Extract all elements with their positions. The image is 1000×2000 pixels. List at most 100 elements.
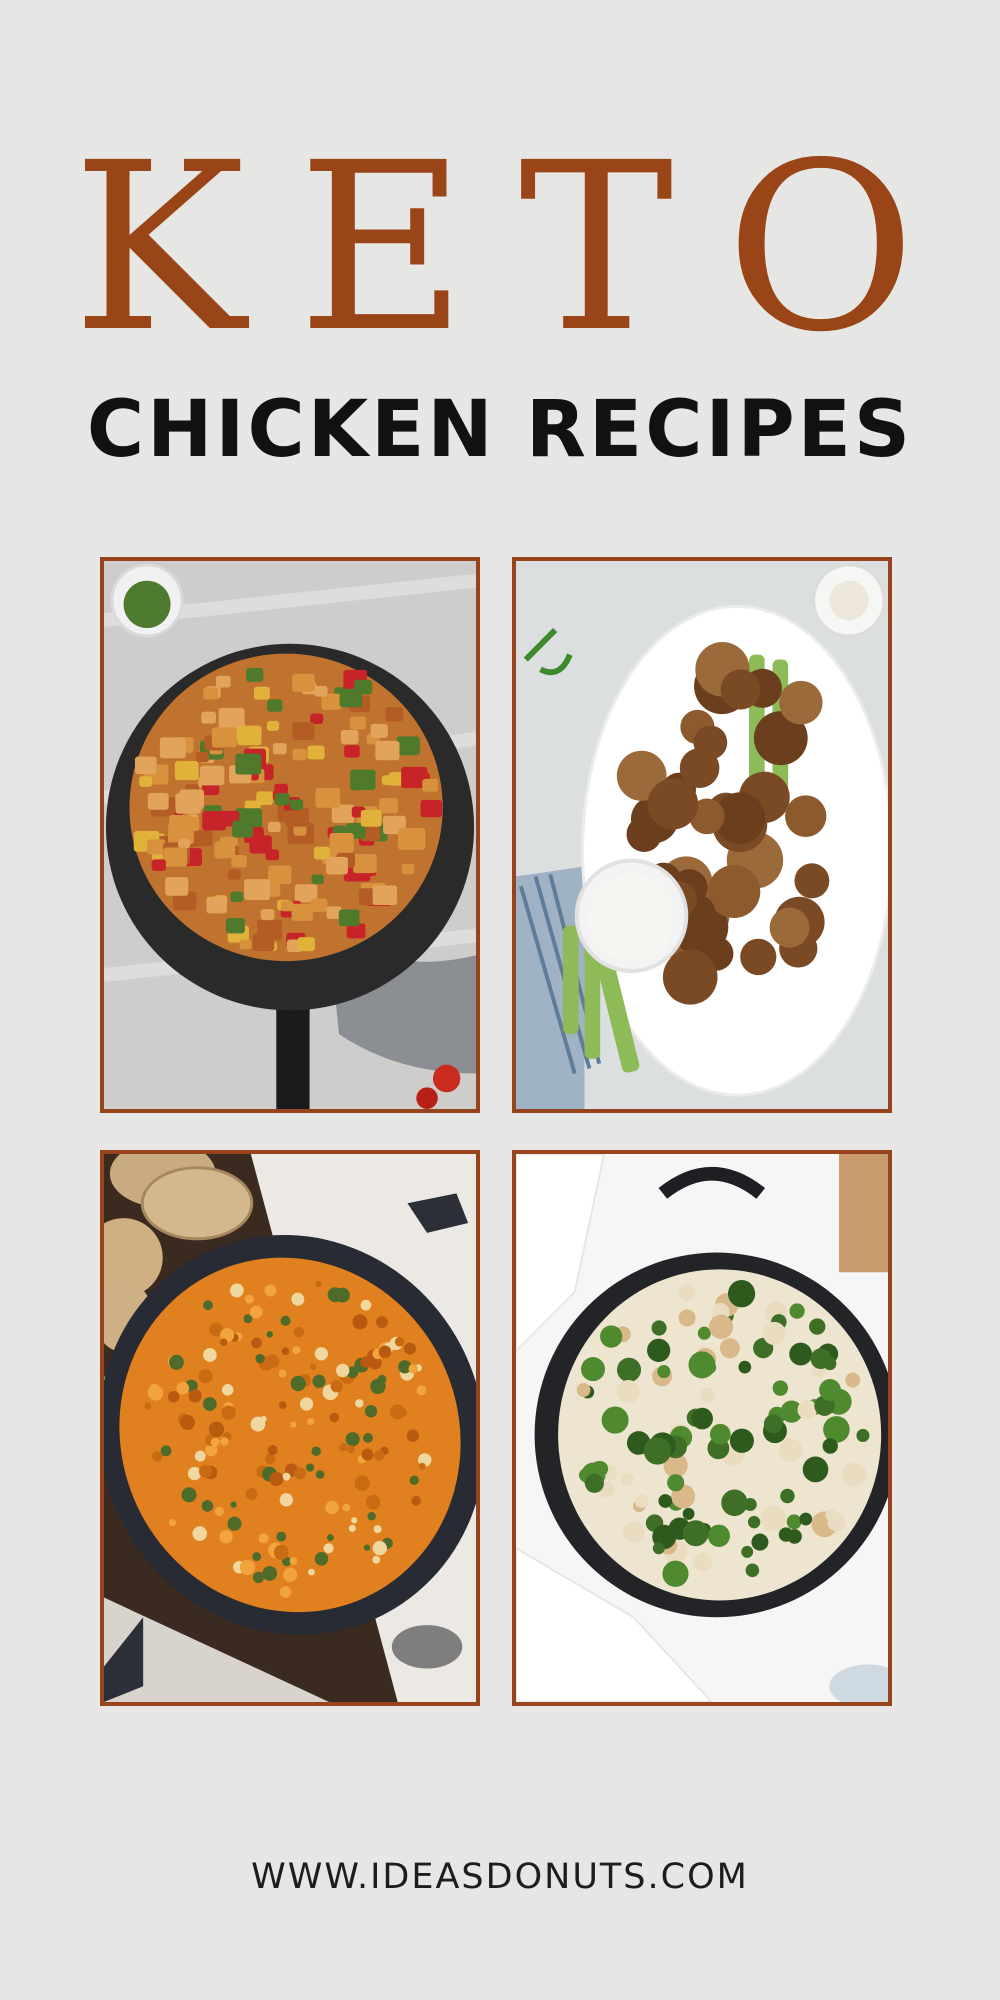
food-texture [266,720,280,731]
food-texture [203,1348,217,1362]
food-texture [810,1348,832,1369]
food-texture [747,1515,761,1529]
food-texture [707,1524,731,1547]
food-texture [584,1473,604,1493]
food-texture [244,879,271,901]
food-texture [258,1533,269,1544]
food-texture [208,1421,225,1438]
food-texture [274,793,290,806]
recipe-card-casserole[interactable] [100,1150,480,1706]
food-texture [348,1524,356,1532]
recipe-card-skillet-veggies[interactable] [100,557,480,1113]
food-texture [239,939,252,950]
food-texture [729,1428,754,1453]
food-texture [292,673,315,692]
food-texture [167,1390,180,1403]
food-texture [147,792,169,810]
food-texture [339,1443,348,1452]
food-texture [292,1346,301,1355]
food-texture [165,877,189,896]
food-texture [678,1309,696,1327]
food-texture [311,1446,321,1456]
recipe-grid [0,0,1000,2000]
food-texture [404,1342,416,1355]
food-texture [203,687,219,700]
food-texture [418,1462,426,1470]
food-texture [344,745,360,758]
food-texture [372,885,398,905]
food-texture [290,1421,297,1428]
food-texture [707,865,761,919]
food-texture [260,909,275,921]
food-texture [315,787,341,808]
food-texture [289,799,304,811]
food-texture [194,1450,206,1462]
food-texture [299,1397,314,1411]
food-texture [856,1428,870,1443]
food-texture [252,933,275,951]
food-texture [364,1405,378,1418]
food-texture [169,1354,184,1370]
food-texture [278,1369,287,1378]
food-texture [309,1363,317,1370]
food-texture [174,760,199,781]
food-texture [825,1509,838,1522]
food-texture [411,1496,421,1506]
food-texture [293,825,307,836]
food-texture [738,1360,752,1374]
food-texture [643,1437,672,1465]
food-texture [305,1463,315,1472]
food-texture [325,1500,339,1515]
food-texture [230,891,244,903]
food-texture [401,863,415,875]
food-texture [198,1464,213,1478]
recipe-card-broccoli-skillet[interactable] [512,1150,892,1706]
food-texture [159,737,186,759]
food-texture [394,1336,405,1347]
food-texture [315,1280,322,1288]
food-texture [307,745,325,760]
food-texture [350,769,376,791]
food-texture [266,1331,274,1338]
food-texture [249,1305,263,1319]
food-texture [789,1342,813,1366]
food-texture [353,854,377,874]
website-url[interactable]: WWW.IDEASDONUTS.COM [0,1852,1000,1902]
food-texture [652,1542,665,1555]
food-texture [345,1432,360,1447]
food-texture [151,859,166,871]
food-texture [289,1557,298,1565]
food-texture [647,1338,671,1363]
recipe-card-chicken-wings[interactable] [512,557,892,1113]
food-texture [279,1586,292,1598]
food-texture [220,1338,228,1346]
food-texture [352,1314,368,1330]
food-texture [406,1429,420,1442]
food-texture [148,1383,160,1395]
food-texture [347,1445,356,1454]
food-texture [187,1466,202,1481]
food-texture [697,1326,711,1340]
food-texture [688,1351,716,1379]
food-texture [379,797,399,814]
food-texture [230,1501,237,1508]
food-texture [291,1292,305,1306]
food-texture [239,1559,256,1576]
food-texture [376,1316,388,1329]
food-texture [378,1345,392,1359]
food-texture [198,1369,213,1384]
food-texture [845,1372,861,1388]
food-texture [206,896,227,914]
food-texture [269,1471,284,1487]
food-texture [682,1520,709,1547]
food-texture [375,740,400,761]
food-texture [340,729,359,745]
food-texture [365,1494,381,1510]
food-texture [779,680,823,725]
food-texture [408,1364,418,1374]
food-texture [211,727,237,748]
food-texture [265,849,280,861]
food-texture [230,1283,244,1298]
food-texture [202,1397,217,1411]
food-texture [658,1494,673,1508]
